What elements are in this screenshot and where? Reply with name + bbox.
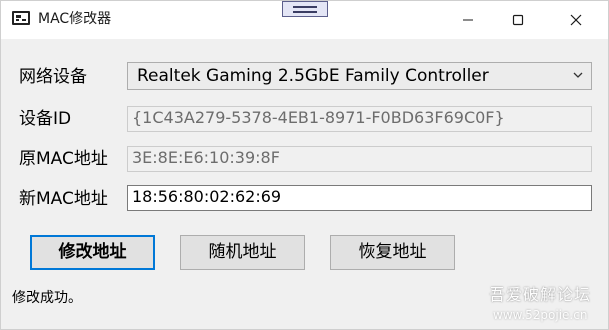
minimize-button[interactable] bbox=[445, 1, 491, 39]
modify-address-button[interactable]: 修改地址 bbox=[30, 235, 155, 270]
close-icon bbox=[570, 14, 582, 26]
device-select-value: Realtek Gaming 2.5GbE Family Controller bbox=[137, 66, 489, 86]
new-mac-input[interactable]: 18:56:80:02:62:69 bbox=[127, 185, 592, 211]
original-mac-label: 原MAC地址 bbox=[19, 149, 108, 169]
minimize-icon bbox=[463, 19, 473, 21]
maximize-button[interactable] bbox=[495, 1, 541, 39]
maximize-icon bbox=[512, 14, 524, 26]
restore-address-button[interactable]: 恢复地址 bbox=[330, 235, 455, 270]
status-text: 修改成功。 bbox=[12, 290, 82, 306]
new-mac-label: 新MAC地址 bbox=[19, 189, 108, 209]
device-id-label: 设备ID bbox=[19, 109, 72, 129]
watermark-name: 吾爱破解论坛 bbox=[489, 285, 592, 304]
drag-handle-icon[interactable] bbox=[282, 1, 328, 17]
random-address-button[interactable]: 随机地址 bbox=[180, 235, 305, 270]
watermark-url: www.52pojie.cn bbox=[493, 308, 588, 322]
app-icon bbox=[12, 11, 30, 25]
original-mac-field[interactable]: 3E:8E:E6:10:39:8F bbox=[127, 146, 592, 172]
title-bar[interactable]: MAC修改器 bbox=[1, 1, 608, 39]
device-label: 网络设备 bbox=[19, 67, 87, 87]
device-select[interactable]: Realtek Gaming 2.5GbE Family Controller bbox=[127, 62, 592, 90]
device-id-field[interactable]: {1C43A279-5378-4EB1-8971-F0BD63F69C0F} bbox=[127, 106, 592, 132]
window-title: MAC修改器 bbox=[38, 11, 112, 27]
chevron-down-icon bbox=[573, 72, 583, 78]
close-button[interactable] bbox=[553, 1, 599, 39]
mac-editor-window: MAC修改器 网络设备 Realtek Gaming 2.5GbE Family… bbox=[0, 0, 609, 330]
